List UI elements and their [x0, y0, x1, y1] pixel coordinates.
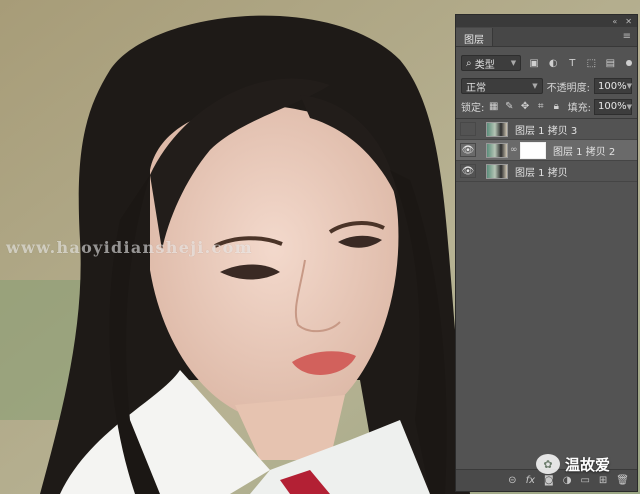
- add-mask-icon[interactable]: ◙: [544, 475, 554, 486]
- layer-thumbnail[interactable]: [486, 163, 508, 179]
- fill-value: 100%: [598, 101, 627, 112]
- chevron-down-icon: ▼: [626, 102, 633, 111]
- filter-adjustment-icon[interactable]: ◐: [547, 57, 559, 70]
- trash-icon[interactable]: 🗑︎: [616, 475, 629, 486]
- fill-field[interactable]: 100% ▼: [594, 98, 633, 115]
- layer-name[interactable]: 图层 1 拷贝: [515, 164, 568, 179]
- chevron-down-icon: ▼: [532, 82, 538, 90]
- visibility-toggle[interactable]: 👁︎: [460, 164, 476, 178]
- layer-row[interactable]: 👁︎ 图层 1 拷贝 3: [456, 119, 637, 140]
- layer-name[interactable]: 图层 1 拷贝 3: [515, 122, 577, 137]
- fill-label: 填充:: [567, 103, 592, 114]
- filter-toggle-icon[interactable]: [626, 60, 632, 66]
- badge-text: 温故爱: [565, 455, 611, 474]
- filter-kind-value: 类型: [474, 59, 495, 71]
- watermark-text: www.haoyidiansheji.com: [6, 238, 253, 257]
- eye-icon: 👁︎: [461, 144, 475, 156]
- layer-name[interactable]: 图层 1 拷贝 2: [553, 143, 615, 158]
- chain-link-icon[interactable]: ∞: [510, 145, 518, 155]
- layer-thumbnail[interactable]: [486, 142, 508, 158]
- visibility-toggle[interactable]: 👁︎: [460, 143, 476, 157]
- collapse-icon[interactable]: «: [612, 17, 617, 26]
- lock-artboard-icon[interactable]: ⌗: [534, 100, 547, 113]
- visibility-toggle[interactable]: 👁︎: [460, 122, 476, 136]
- lock-label: 锁定:: [461, 103, 485, 114]
- layers-panel: « ✕ 图层 ≡ ⌕ 类型 ▼ ▣ ◐ T ⬚ ▤ 正常 ▼ 不透明度: 100…: [455, 14, 638, 492]
- panel-menu-icon[interactable]: ≡: [623, 31, 631, 42]
- new-layer-icon[interactable]: ⊞: [599, 475, 607, 486]
- adjustment-icon[interactable]: ◑: [563, 475, 572, 486]
- blend-mode-select[interactable]: 正常 ▼: [461, 78, 543, 94]
- lock-position-icon[interactable]: ✥: [519, 100, 532, 113]
- search-icon: ⌕: [466, 57, 475, 69]
- layer-list: 👁︎ 图层 1 拷贝 3 👁︎ ∞ 图层 1 拷贝 2 👁︎ 图层 1 拷贝: [456, 119, 637, 182]
- layer-thumbnail[interactable]: [486, 121, 508, 137]
- blend-row: 正常 ▼ 不透明度: 100% ▼: [456, 75, 637, 97]
- lock-image-pixels-icon[interactable]: ✎: [503, 100, 516, 113]
- group-icon[interactable]: ▭: [580, 475, 589, 486]
- fx-icon[interactable]: fx: [526, 475, 535, 486]
- lock-all-icon[interactable]: 🔒︎: [550, 100, 563, 113]
- layer-row[interactable]: 👁︎ 图层 1 拷贝: [456, 161, 637, 182]
- panel-title-bar[interactable]: « ✕: [456, 15, 637, 27]
- panel-tab-row: 图层 ≡: [456, 27, 637, 47]
- filter-kind-select[interactable]: ⌕ 类型 ▼: [461, 55, 522, 71]
- eye-icon: 👁︎: [461, 165, 475, 177]
- chevron-down-icon: ▼: [510, 59, 517, 67]
- filter-shape-icon[interactable]: ⬚: [585, 57, 597, 70]
- chevron-down-icon: ▼: [626, 82, 632, 90]
- filter-row: ⌕ 类型 ▼ ▣ ◐ T ⬚ ▤: [456, 51, 637, 75]
- opacity-value: 100%: [598, 80, 627, 92]
- link-layers-icon[interactable]: ⊝: [508, 475, 516, 486]
- filter-type-icon[interactable]: T: [566, 57, 578, 70]
- layer-mask-thumbnail[interactable]: [520, 141, 546, 159]
- filter-pixel-icon[interactable]: ▣: [528, 57, 540, 70]
- opacity-label: 不透明度:: [546, 82, 590, 94]
- tab-layers[interactable]: 图层: [456, 28, 493, 46]
- close-panel-icon[interactable]: ✕: [625, 17, 632, 26]
- lock-row: 锁定: ▦ ✎ ✥ ⌗ 🔒︎ 填充: 100% ▼: [456, 97, 637, 119]
- filter-smart-object-icon[interactable]: ▤: [604, 57, 616, 70]
- eye-icon: 👁︎: [461, 123, 475, 135]
- layer-row[interactable]: 👁︎ ∞ 图层 1 拷贝 2: [456, 140, 637, 161]
- blend-mode-value: 正常: [466, 82, 486, 94]
- opacity-field[interactable]: 100% ▼: [594, 78, 632, 94]
- lock-transparent-pixels-icon[interactable]: ▦: [487, 100, 500, 113]
- wechat-icon: ✿: [536, 454, 560, 474]
- wechat-badge: ✿ 温故爱: [536, 452, 610, 476]
